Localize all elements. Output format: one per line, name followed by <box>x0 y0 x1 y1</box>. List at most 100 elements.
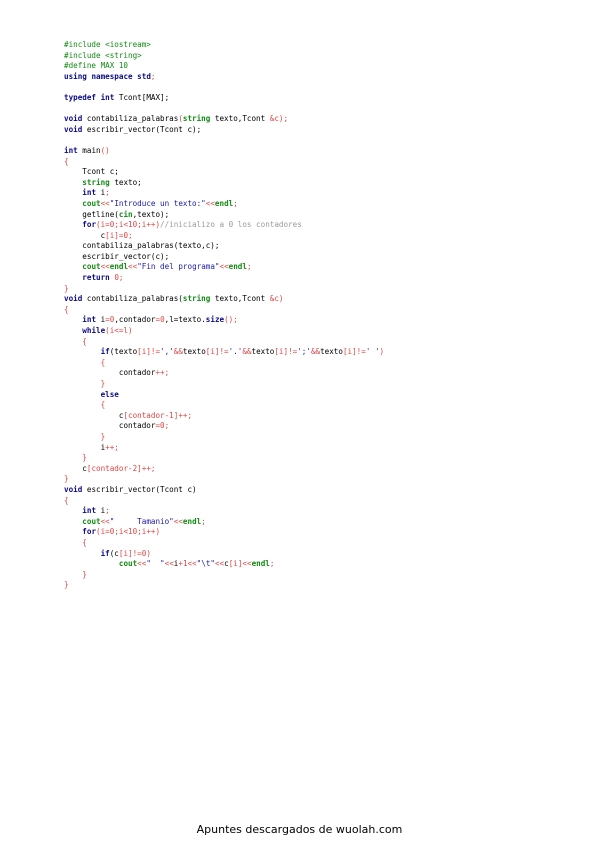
code-token: main <box>82 145 101 155</box>
code-token: #include <string> <box>64 50 142 60</box>
code-token: ++; <box>105 442 119 452</box>
code-token: 10 <box>128 527 138 537</box>
code-line: Tcont c; <box>64 167 384 178</box>
code-line: int i=0,contador=0,l=texto.size(); <box>64 315 384 326</box>
code-token: '.' <box>228 347 243 357</box>
code-line: } <box>64 379 384 390</box>
code-token: #include <iostream> <box>64 40 151 49</box>
code-token: << <box>173 516 183 526</box>
code-token: ; <box>164 421 170 431</box>
code-token: escribir_vector(c); <box>82 251 170 261</box>
code-token: using <box>64 71 87 81</box>
code-token: #define MAX 10 <box>64 61 129 71</box>
code-line: getline(cin,texto); <box>64 210 384 221</box>
code-token: ;i++) <box>137 220 161 230</box>
code-line: { <box>64 305 384 316</box>
code-token: ; <box>150 71 156 81</box>
code-token: escribir_vector(Tcont c); <box>86 124 202 134</box>
code-token: { <box>64 156 69 166</box>
code-line: ​ <box>64 104 384 115</box>
code-token: { <box>100 400 106 410</box>
code-token: ; <box>201 516 206 526</box>
code-token: " " <box>146 559 165 569</box>
code-token: int <box>100 92 115 102</box>
code-token: (i= <box>96 527 110 537</box>
code-token: size <box>205 315 225 325</box>
code-line: int i; <box>64 188 384 199</box>
code-token: Tcont[MAX]; <box>118 92 170 102</box>
code-token: { <box>100 357 106 367</box>
code-token: ; <box>105 188 110 198</box>
code-token: 10 <box>128 220 138 230</box>
code-token: int <box>64 145 78 155</box>
code-token: string <box>182 114 211 124</box>
code-token: if <box>100 347 110 357</box>
code-token: ;i< <box>114 527 129 537</box>
code-token: } <box>82 569 87 579</box>
code-token: endl <box>228 262 247 272</box>
code-line: ​ <box>64 82 384 93</box>
code-token: << <box>100 516 110 526</box>
code-token: [i]!= <box>342 347 366 357</box>
code-token: escribir_vector(Tcont c) <box>86 484 197 494</box>
code-token: ]++; <box>173 410 193 420</box>
download-footer: Apuntes descargados de wuolah.com <box>196 823 403 836</box>
code-token: contador <box>118 421 156 431</box>
code-token: } <box>82 453 87 463</box>
code-token: << <box>128 262 138 272</box>
code-line: contador++; <box>64 368 384 379</box>
code-token: void <box>64 124 83 134</box>
code-line: if(c[i]!=0) <box>64 549 384 560</box>
code-line: using namespace std; <box>64 72 384 83</box>
code-line: cout<<" "<<i+1<<"\t"<<c[i]<<endl; <box>64 559 384 570</box>
code-token: [i]!= <box>137 347 161 357</box>
code-token: << <box>100 198 110 208</box>
code-token: int <box>82 188 97 198</box>
code-token: ) <box>379 347 385 357</box>
code-token: (); <box>224 315 238 325</box>
code-line: ​ <box>64 135 384 146</box>
code-token: ; <box>128 230 133 240</box>
code-line: for(i=0;i<10;i++) <box>64 527 384 538</box>
code-line: string texto; <box>64 178 384 189</box>
code-token: { <box>64 495 69 505</box>
code-line: void contabiliza_palabras(string texto,T… <box>64 114 384 125</box>
code-token: { <box>82 537 87 547</box>
code-token: cout <box>82 516 101 526</box>
code-token: namespace <box>91 71 133 81</box>
code-token: int <box>82 506 97 516</box>
code-token: [i]= <box>105 230 124 240</box>
code-token: ; <box>118 273 124 283</box>
code-line: c[contador-1]++; <box>64 411 384 422</box>
code-token: ';' <box>297 347 311 357</box>
code-token: << <box>187 559 197 569</box>
code-line: } <box>64 284 384 295</box>
code-token: contabiliza_palabras <box>86 114 179 124</box>
code-line: contabiliza_palabras(texto,c); <box>64 241 384 252</box>
code-token: << <box>100 262 110 272</box>
code-token: while <box>82 326 106 336</box>
code-line: { <box>64 538 384 549</box>
code-token: } <box>100 379 106 388</box>
code-token: } <box>100 431 106 441</box>
code-token: string <box>82 177 110 187</box>
code-line: } <box>64 432 384 443</box>
code-token: "Introduce un texto:" <box>109 198 206 208</box>
code-token: if <box>100 548 110 558</box>
code-token: void <box>64 114 83 124</box>
